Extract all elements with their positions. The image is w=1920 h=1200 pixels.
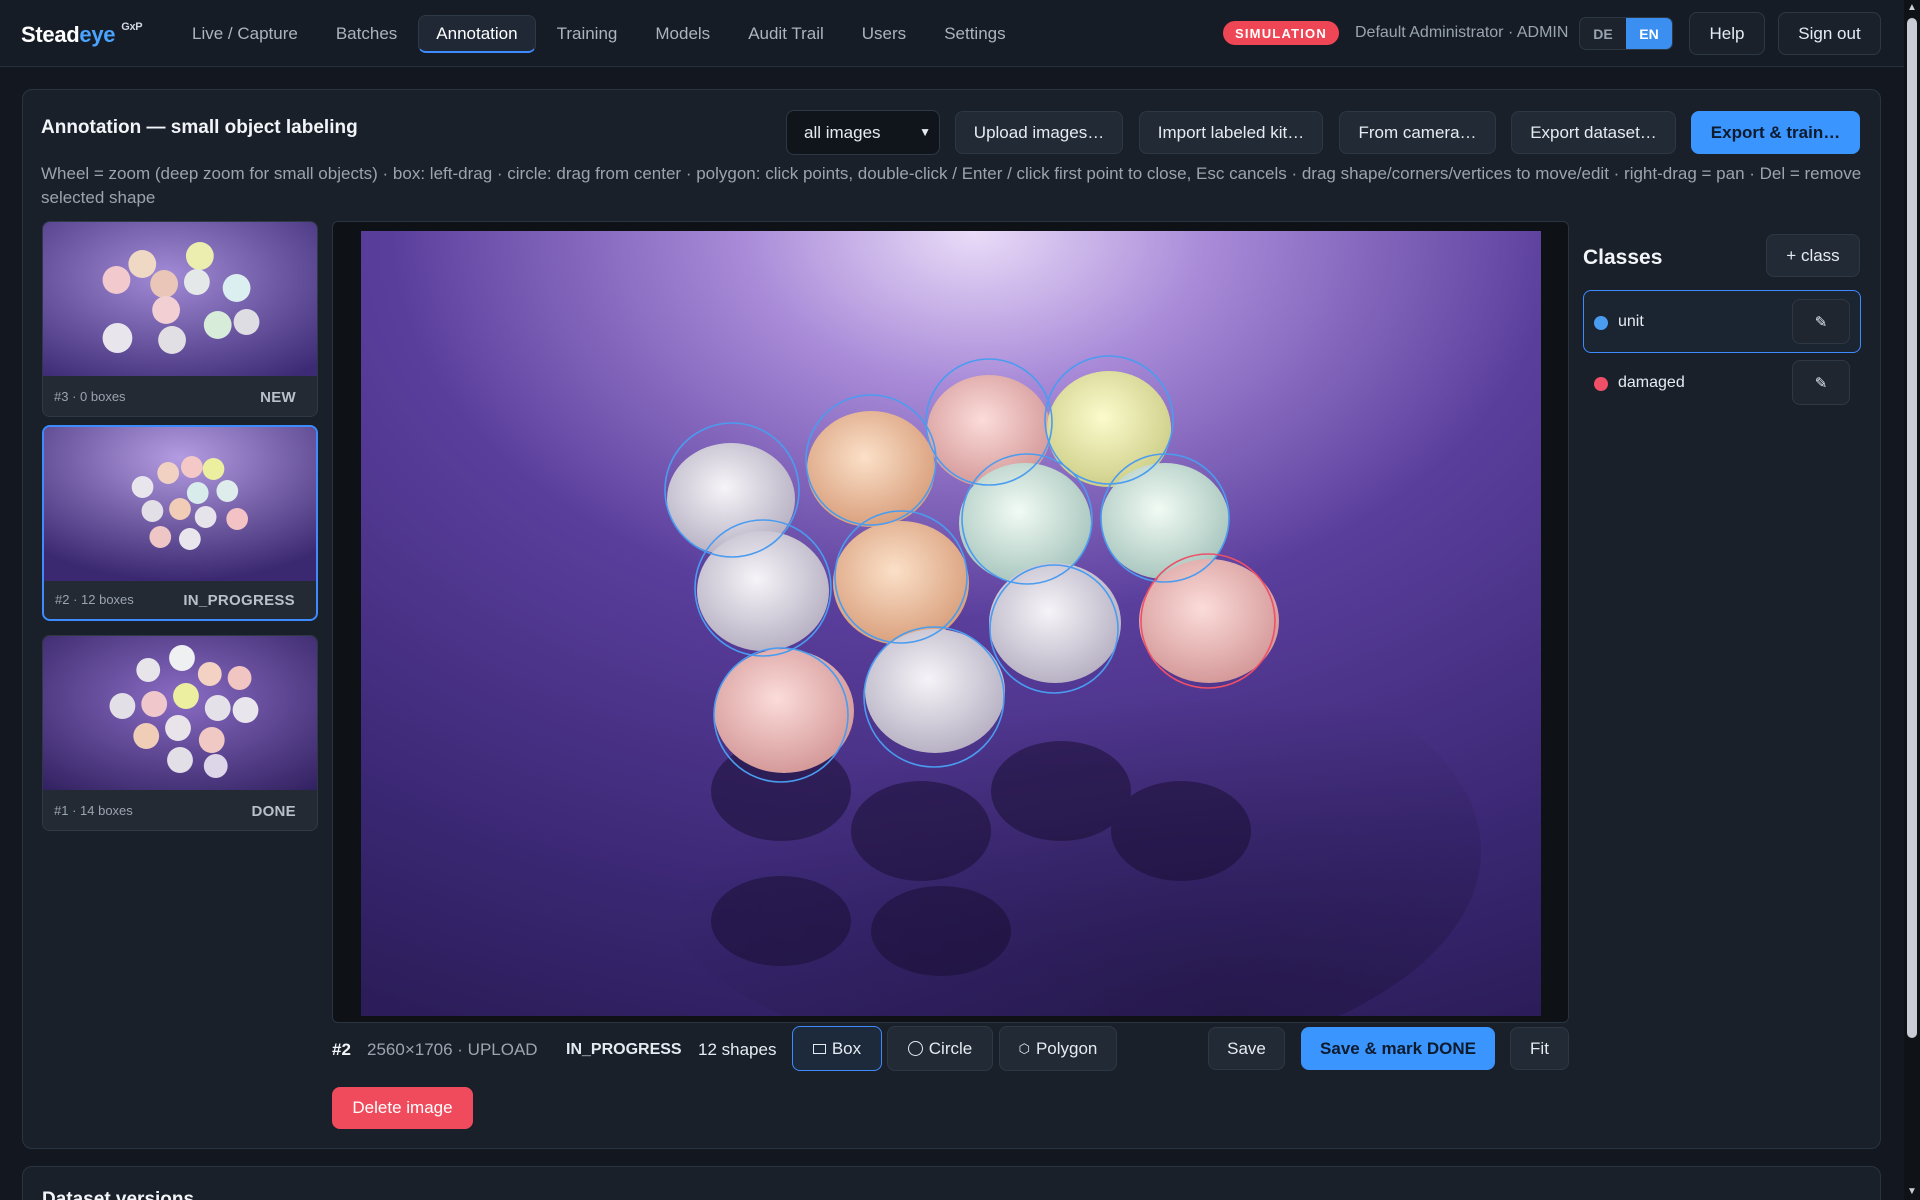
help-button[interactable]: Help (1689, 12, 1765, 55)
classes-title: Classes (1583, 246, 1663, 269)
current-image-id: #2 (332, 1040, 351, 1059)
language-switch: DE EN (1579, 17, 1673, 50)
thumbnail-status: IN_PROGRESS (183, 592, 295, 609)
nav-live-capture[interactable]: Live / Capture (175, 15, 315, 53)
top-navbar: Steadeye GxP Live / Capture Batches Annot… (0, 0, 1904, 67)
tool-polygon-button[interactable]: ⬡ Polygon (999, 1026, 1117, 1071)
export-train-button[interactable]: Export & train… (1691, 111, 1860, 154)
thumbnail-image-3[interactable]: #3 · 0 boxes NEW (42, 221, 318, 417)
nav-models[interactable]: Models (638, 15, 727, 53)
box-icon (812, 1043, 826, 1054)
nav-batches[interactable]: Batches (319, 15, 414, 53)
dataset-versions-title: Dataset versions (42, 1189, 195, 1200)
page-title: Annotation — small object labeling (41, 117, 358, 138)
nav-training[interactable]: Training (540, 15, 635, 53)
nav-links: Live / Capture Batches Annotation Traini… (175, 15, 1027, 53)
thumbnail-photo (43, 636, 317, 790)
import-kit-button[interactable]: Import labeled kit… (1139, 111, 1323, 154)
class-item-unit[interactable]: unit ✎ (1583, 290, 1861, 353)
thumbnail-photo (44, 427, 316, 581)
scroll-down-icon[interactable]: ▼ (1907, 1186, 1917, 1197)
save-mark-done-button[interactable]: Save & mark DONE (1301, 1027, 1495, 1070)
from-camera-button[interactable]: From camera… (1339, 111, 1496, 154)
scrollbar-thumb[interactable] (1907, 18, 1917, 1038)
scroll-up-icon[interactable]: ▲ (1907, 2, 1917, 13)
page-scrollbar[interactable]: ▲ ▼ (1904, 0, 1920, 1200)
user-info: Default Administrator · ADMIN (1355, 24, 1569, 41)
annotated-image (361, 231, 1541, 1016)
class-color-dot (1594, 316, 1608, 330)
circle-icon (907, 1041, 923, 1056)
pencil-icon: ✎ (1814, 374, 1828, 392)
thumbnail-meta: #2 · 12 boxes (55, 592, 134, 607)
thumbnail-meta: #3 · 0 boxes (54, 389, 126, 404)
save-button[interactable]: Save (1208, 1027, 1285, 1070)
current-image-dims: 2560×1706 · UPLOAD (367, 1040, 538, 1059)
class-item-damaged[interactable]: damaged ✎ (1583, 351, 1861, 414)
edit-class-button[interactable]: ✎ (1792, 360, 1850, 405)
thumbnail-image-2[interactable]: #2 · 12 boxes IN_PROGRESS (42, 425, 318, 621)
help-hint: Wheel = zoom (deep zoom for small object… (41, 164, 1862, 207)
brand-logo[interactable]: Steadeye GxP (21, 20, 143, 48)
polygon-icon: ⬡ (1018, 1040, 1030, 1056)
add-class-button[interactable]: + class (1766, 234, 1860, 277)
upload-images-button[interactable]: Upload images… (955, 111, 1123, 154)
class-label: unit (1618, 313, 1644, 330)
tool-box-button[interactable]: Box (792, 1026, 882, 1071)
brand-suffix: GxP (121, 20, 143, 33)
class-label: damaged (1618, 374, 1685, 391)
export-dataset-button[interactable]: Export dataset… (1511, 111, 1676, 154)
sign-out-button[interactable]: Sign out (1778, 12, 1881, 55)
thumbnail-meta: #1 · 14 boxes (54, 803, 133, 818)
nav-users[interactable]: Users (845, 15, 923, 53)
lang-en[interactable]: EN (1626, 18, 1672, 49)
edit-class-button[interactable]: ✎ (1792, 299, 1850, 344)
chevron-down-icon: ▼ (919, 125, 931, 139)
current-image-state: IN_PROGRESS (566, 1041, 682, 1058)
shape-count: 12 shapes (698, 1040, 777, 1059)
delete-image-button[interactable]: Delete image (332, 1087, 473, 1129)
nav-settings[interactable]: Settings (927, 15, 1022, 53)
thumbnail-image-1[interactable]: #1 · 14 boxes DONE (42, 635, 318, 831)
image-filter-select[interactable]: all images ▼ (786, 110, 940, 155)
annotation-canvas[interactable] (332, 221, 1569, 1023)
thumbnail-photo (43, 222, 317, 376)
thumbnail-status: NEW (260, 389, 296, 406)
class-color-dot (1594, 377, 1608, 391)
simulation-badge: SIMULATION (1223, 21, 1339, 45)
nav-annotation[interactable]: Annotation (418, 15, 536, 53)
fit-button[interactable]: Fit (1510, 1027, 1569, 1070)
thumbnail-status: DONE (251, 803, 296, 820)
dataset-versions-card: Dataset versions (22, 1166, 1881, 1200)
nav-audit-trail[interactable]: Audit Trail (731, 15, 841, 53)
pencil-icon: ✎ (1814, 313, 1828, 331)
lang-de[interactable]: DE (1580, 18, 1626, 49)
tool-circle-button[interactable]: Circle (887, 1026, 993, 1071)
